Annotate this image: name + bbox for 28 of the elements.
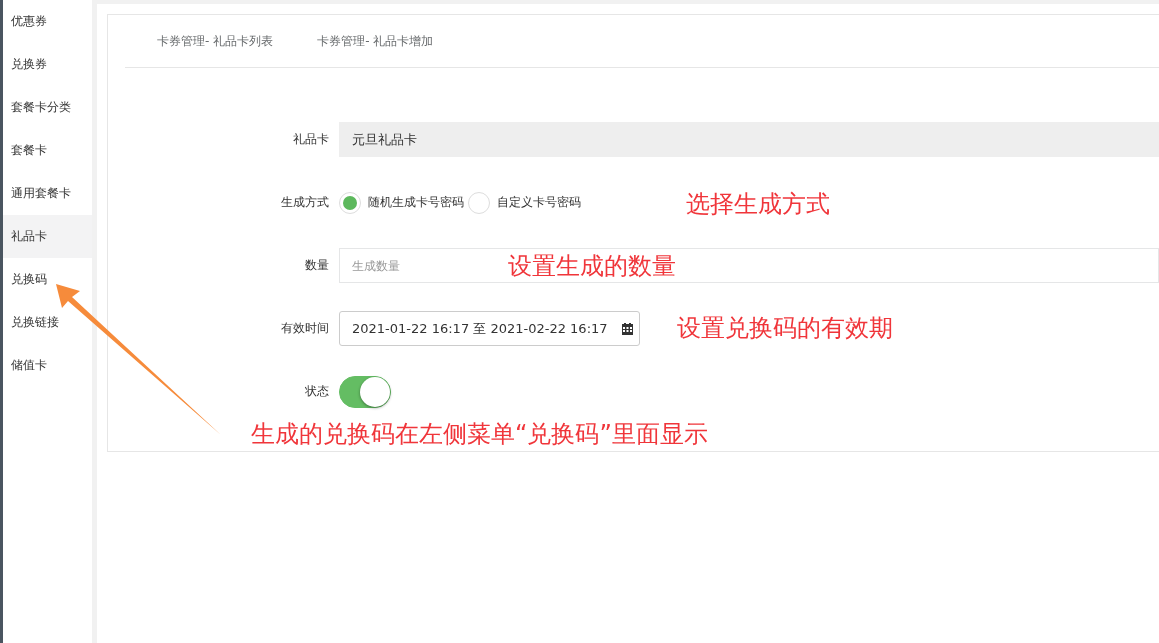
sidebar-item[interactable]: 兑换券 (3, 43, 92, 86)
field-label: 生成方式 (280, 194, 330, 211)
annotation-text: 设置兑换码的有效期 (677, 313, 893, 343)
field-label: 状态 (304, 383, 330, 400)
field-label: 有效时间 (280, 320, 330, 337)
sidebar-item[interactable]: 套餐卡 (3, 129, 92, 172)
calendar-icon (622, 322, 633, 335)
status-toggle[interactable] (339, 375, 391, 408)
annotation-text: 生成的兑换码在左侧菜单“兑换码”里面显示 (251, 419, 708, 449)
sidebar-item[interactable]: 优惠券 (3, 0, 92, 43)
sidebar-item[interactable]: 储值卡 (3, 344, 92, 387)
date-range-field[interactable]: 2021-01-22 16:17 至 2021-02-22 16:17 (339, 311, 640, 346)
tab[interactable]: 卡券管理- 礼品卡列表 (157, 24, 274, 58)
sidebar-item[interactable]: 兑换链接 (3, 301, 92, 344)
radio-label[interactable]: 随机生成卡号密码 (368, 194, 464, 211)
annotation-text: 选择生成方式 (686, 189, 830, 219)
sidebar-item[interactable]: 兑换码 (3, 258, 92, 301)
radio-label[interactable]: 自定义卡号密码 (497, 194, 581, 211)
annotation-text: 设置生成的数量 (508, 251, 676, 281)
sidebar-item[interactable]: 通用套餐卡 (3, 172, 92, 215)
sidebar-item[interactable]: 套餐卡分类 (3, 86, 92, 129)
field-label: 数量 (304, 257, 330, 274)
field-label: 礼品卡 (292, 131, 330, 148)
radio-button[interactable] (339, 191, 361, 214)
tab[interactable]: 卡券管理- 礼品卡增加 (317, 24, 434, 58)
gift-card-field[interactable]: 元旦礼品卡 (339, 122, 1159, 157)
sidebar-item[interactable]: 礼品卡 (3, 215, 92, 258)
radio-button[interactable] (468, 191, 490, 214)
